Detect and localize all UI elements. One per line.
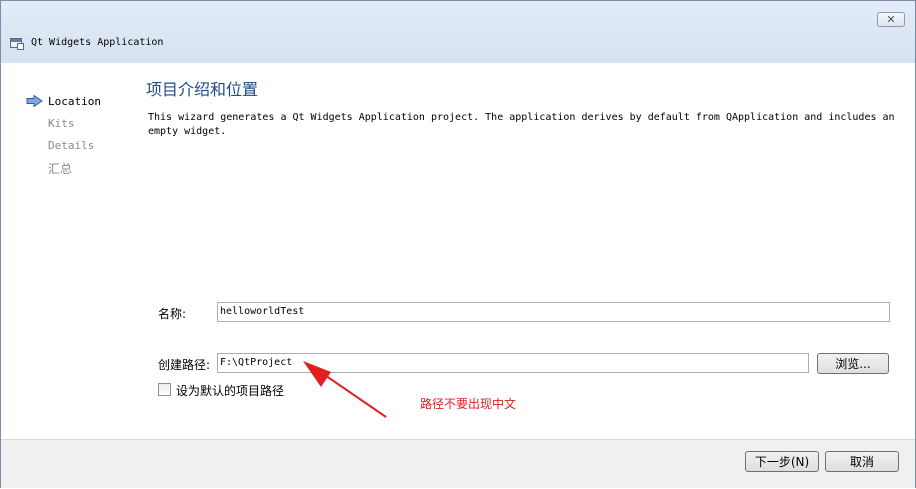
next-button[interactable]: 下一步(N) bbox=[745, 451, 819, 472]
annotation-arrow bbox=[303, 361, 387, 418]
footer-bar: 下一步(N) 取消 bbox=[1, 439, 915, 488]
wizard-window: Qt Widgets Application ✕ Location Kits D… bbox=[0, 0, 916, 488]
cancel-button[interactable]: 取消 bbox=[825, 451, 899, 472]
annotation-text: 路径不要出现中文 bbox=[420, 397, 517, 411]
